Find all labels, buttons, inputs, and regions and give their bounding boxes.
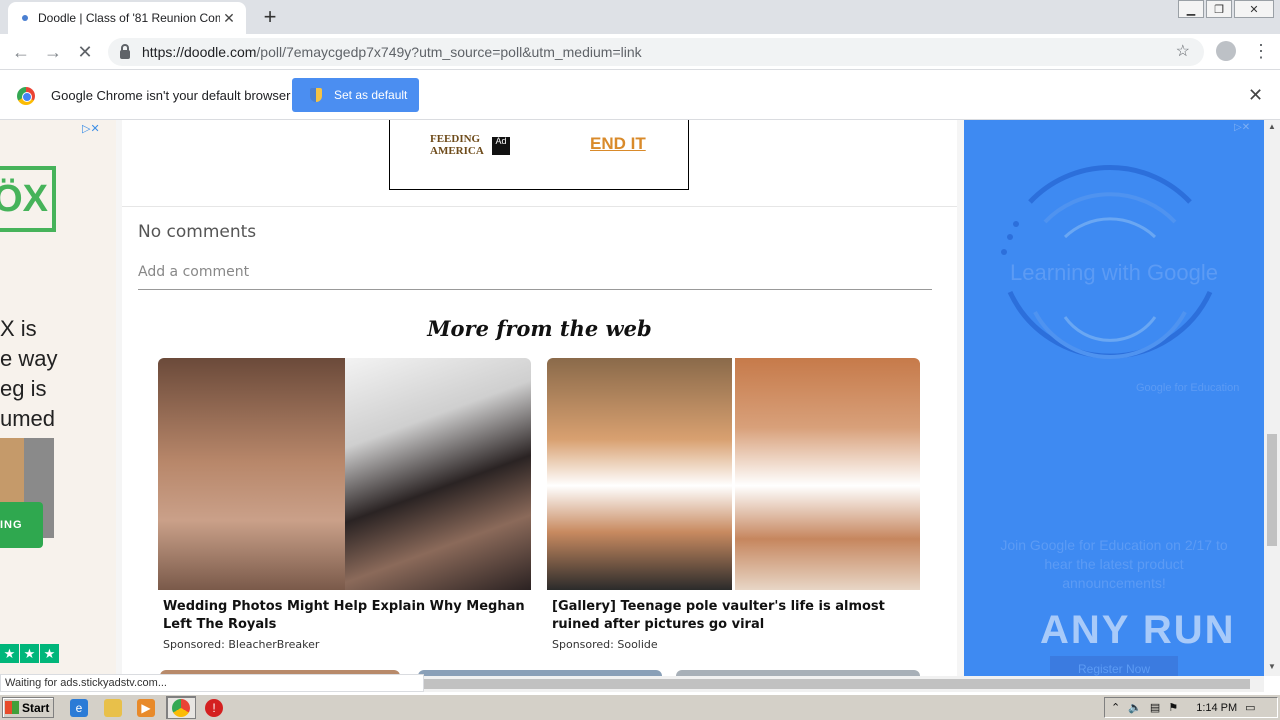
- chrome-icon: [172, 699, 190, 717]
- stop-button[interactable]: ✕: [72, 39, 98, 65]
- loading-icon: [22, 15, 28, 21]
- chrome-logo-icon: [17, 87, 35, 105]
- show-desktop-icon[interactable]: ▭: [1245, 701, 1255, 714]
- sponsored-card[interactable]: Wedding Photos Might Help Explain Why Me…: [158, 358, 531, 651]
- ad-brand: Google for Education: [1136, 382, 1240, 394]
- card-image[interactable]: [158, 358, 531, 590]
- tray-expand-icon[interactable]: ⌃: [1111, 701, 1120, 714]
- default-browser-infobar: Google Chrome isn't your default browser…: [0, 71, 1280, 120]
- end-it-link[interactable]: END IT: [590, 134, 646, 154]
- tab-strip: Doodle | Class of '81 Reunion Comm ✕ + ▁…: [0, 0, 1280, 34]
- explorer-folder-icon[interactable]: [104, 699, 122, 717]
- infobar-message: Google Chrome isn't your default browser: [51, 88, 291, 103]
- card-title[interactable]: Wedding Photos Might Help Explain Why Me…: [158, 598, 531, 634]
- register-button[interactable]: Register Now: [1050, 656, 1178, 676]
- start-button[interactable]: Start: [2, 697, 54, 718]
- restore-button[interactable]: ❐: [1206, 0, 1232, 18]
- divider: [122, 206, 957, 207]
- more-from-web-heading: More from the web: [427, 316, 652, 341]
- rating-stars: ★ ★ ★: [0, 644, 60, 663]
- scroll-thumb[interactable]: [1267, 434, 1277, 546]
- flag-icon[interactable]: ⚑: [1168, 701, 1178, 714]
- uac-shield-icon: [310, 88, 322, 102]
- profile-avatar[interactable]: [1216, 41, 1236, 61]
- adchoices-icon[interactable]: ▷✕: [1234, 122, 1250, 133]
- add-comment-input[interactable]: Add a comment: [138, 264, 932, 290]
- card-image[interactable]: [547, 358, 920, 590]
- menu-kebab-icon[interactable]: ⋮: [1252, 40, 1270, 62]
- ad-logo: ÖX: [0, 166, 56, 232]
- browser-toolbar: ← → ✕ https://doodle.com/poll/7emaycgedp…: [0, 34, 1280, 70]
- address-bar[interactable]: https://doodle.com/poll/7emaycgedp7x749y…: [108, 38, 1204, 66]
- feeding-america-logo: FEEDING AMERICA: [430, 133, 484, 157]
- right-ad[interactable]: ▷✕ Learning with Google Google for Educa…: [964, 120, 1264, 676]
- comments-heading: No comments: [138, 222, 257, 242]
- vertical-scrollbar[interactable]: ▲ ▼: [1264, 120, 1280, 676]
- left-ad[interactable]: ▷✕ ÖX X is e way eg is umed ING ★ ★ ★: [0, 120, 116, 676]
- adchoices-icon[interactable]: ▷✕: [82, 122, 100, 135]
- ad-cta-button[interactable]: ING: [0, 502, 43, 548]
- volume-icon[interactable]: 🔈: [1128, 701, 1142, 714]
- card-title[interactable]: [Gallery] Teenage pole vaulter's life is…: [547, 598, 920, 634]
- star-icon: ★: [20, 644, 39, 663]
- banner-ad[interactable]: FEEDING AMERICA Ad END IT: [389, 120, 689, 190]
- scroll-up-icon[interactable]: ▲: [1264, 120, 1280, 134]
- set-default-label: Set as default: [334, 88, 408, 102]
- bookmark-star-icon[interactable]: ☆: [1176, 41, 1190, 61]
- ad-headline: Learning with Google: [1010, 260, 1218, 285]
- page-viewport: ▷✕ ÖX X is e way eg is umed ING ★ ★ ★ FE…: [0, 120, 1280, 676]
- start-label: Start: [22, 700, 50, 715]
- network-icon[interactable]: ▤: [1150, 701, 1160, 714]
- card-sponsor: Sponsored: Soolide: [552, 638, 658, 651]
- watermark: ANY RUN: [1040, 608, 1236, 652]
- main-content: FEEDING AMERICA Ad END IT No comments Add…: [122, 120, 957, 676]
- infobar-close-icon[interactable]: ✕: [1248, 85, 1263, 106]
- forward-button[interactable]: →: [40, 39, 66, 65]
- set-default-button[interactable]: Set as default: [292, 78, 419, 112]
- minimize-button[interactable]: ▁: [1178, 0, 1204, 18]
- url-text: https://doodle.com/poll/7emaycgedp7x749y…: [142, 44, 642, 60]
- media-player-icon[interactable]: ▶: [137, 699, 155, 717]
- scroll-down-icon[interactable]: ▼: [1264, 660, 1280, 674]
- back-button[interactable]: ←: [8, 39, 34, 65]
- opera-icon[interactable]: !: [205, 699, 223, 717]
- system-tray: ⌃ 🔈 ▤ ⚑ 1:14 PM ▭: [1104, 697, 1278, 718]
- ad-text: X is e way eg is umed: [0, 316, 58, 431]
- star-icon: ★: [0, 644, 19, 663]
- window-controls: ▁ ❐ ✕: [1176, 0, 1274, 18]
- new-tab-button[interactable]: +: [258, 4, 282, 30]
- ie-icon[interactable]: e: [70, 699, 88, 717]
- star-icon: ★: [40, 644, 59, 663]
- tab-title: Doodle | Class of '81 Reunion Comm: [38, 11, 220, 25]
- tab-close-icon[interactable]: ✕: [220, 10, 238, 27]
- ad-council-logo: Ad: [492, 137, 510, 155]
- close-window-button[interactable]: ✕: [1234, 0, 1274, 18]
- ad-body: Join Google for Education on 2/17 to hea…: [1000, 537, 1228, 591]
- status-bubble: Waiting for ads.stickyadstv.com...: [0, 674, 424, 692]
- browser-tab[interactable]: Doodle | Class of '81 Reunion Comm ✕: [8, 2, 246, 34]
- card-sponsor: Sponsored: BleacherBreaker: [163, 638, 320, 651]
- sponsored-card[interactable]: [Gallery] Teenage pole vaulter's life is…: [547, 358, 920, 651]
- hscroll-thumb[interactable]: [424, 679, 1250, 689]
- windows-logo-icon: [5, 701, 19, 714]
- windows-taskbar: Start e ▶ ! ⌃ 🔈 ▤ ⚑ 1:14 PM ▭: [0, 694, 1280, 720]
- lock-icon: [120, 43, 130, 59]
- clock[interactable]: 1:14 PM: [1196, 702, 1237, 714]
